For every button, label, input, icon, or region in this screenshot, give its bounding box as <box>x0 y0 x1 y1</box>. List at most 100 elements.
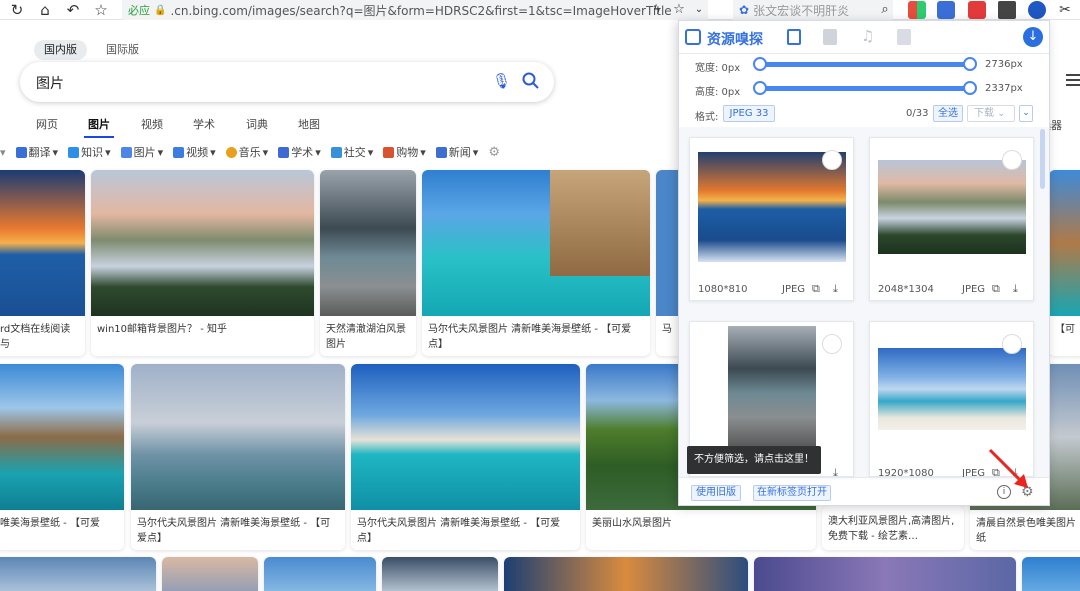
image-result-card[interactable] <box>382 557 498 591</box>
search-input[interactable]: 图片 <box>36 73 64 93</box>
gear-icon[interactable]: ⚙ <box>488 145 500 160</box>
document-type-tab-icon[interactable] <box>897 29 911 45</box>
select-all-button[interactable]: 全选 <box>933 105 963 122</box>
result-caption[interactable]: 【可 <box>1055 322 1080 337</box>
chevron-down-icon[interactable]: ⌄ <box>690 1 708 19</box>
height-slider-max-handle[interactable] <box>963 81 977 95</box>
nav-tab-dictionary[interactable]: 词典 <box>246 116 268 132</box>
result-caption[interactable]: 马尔代夫风景图片 清新唯美海景壁纸 - 【可爱点】 <box>137 516 339 546</box>
image-result-card[interactable]: 唯美海景壁纸 - 【可爱 <box>0 364 124 550</box>
filter-academic[interactable]: 学术 ▾ <box>278 144 321 160</box>
thumbnail-checkbox[interactable] <box>1002 334 1022 354</box>
result-caption[interactable]: 美丽山水风景图片 <box>592 516 810 531</box>
image-result-card[interactable]: 【可 <box>1049 170 1080 356</box>
image-result-card[interactable]: 马尔代夫风景图片 清新唯美海景壁纸 - 【可爱点】 <box>422 170 650 356</box>
video-type-tab-icon[interactable] <box>823 29 837 45</box>
result-image[interactable] <box>131 364 345 510</box>
filter-knowledge[interactable]: 知识 ▾ <box>68 144 111 160</box>
result-image[interactable] <box>320 170 416 316</box>
filter-videos[interactable]: 视频 ▾ <box>173 144 216 160</box>
result-caption[interactable]: 清晨自然景色唯美图片纸 <box>976 516 1080 546</box>
home-icon[interactable]: ⌂ <box>36 1 54 19</box>
region-tab-domestic[interactable]: 国内版 <box>34 40 87 60</box>
more-options-chevron-icon[interactable]: ⌄ <box>1019 105 1033 122</box>
height-slider-min-handle[interactable] <box>753 81 767 95</box>
image-result-card[interactable]: 天然清澈湖泊风景图片 <box>320 170 416 356</box>
width-slider-track[interactable] <box>759 62 971 67</box>
result-image[interactable] <box>0 364 124 510</box>
filter-shopping[interactable]: 购物 ▾ <box>383 144 426 160</box>
download-icon[interactable]: ⤓ <box>833 282 838 296</box>
filter-translate[interactable]: 翻译 ▾ <box>15 144 58 160</box>
download-icon[interactable]: ⤓ <box>1013 282 1018 296</box>
nav-tab-maps[interactable]: 地图 <box>298 116 320 132</box>
image-result-card[interactable]: rd文档在线阅读与 <box>0 170 85 356</box>
thumbnail-checkbox[interactable] <box>822 334 842 354</box>
scissors-icon[interactable]: ✂ <box>1056 1 1074 19</box>
result-caption[interactable]: 唯美海景壁纸 - 【可爱 <box>0 516 118 531</box>
image-result-card[interactable]: 马尔代夫风景图片 清新唯美海景壁纸 - 【可爱点】 <box>131 364 345 550</box>
image-result-card[interactable]: 马尔代夫风景图片 清新唯美海景壁纸 - 【可爱点】 <box>351 364 580 550</box>
refresh-icon[interactable]: ↻ <box>8 1 26 19</box>
undo-icon[interactable]: ↶ <box>64 1 82 19</box>
download-icon[interactable] <box>1028 1 1046 19</box>
image-result-card[interactable] <box>504 557 748 591</box>
thumbnail-image[interactable] <box>728 326 816 448</box>
chevron-down-icon[interactable]: ▾ <box>0 146 6 159</box>
image-result-card[interactable] <box>754 557 1016 591</box>
open-in-new-tab-button[interactable]: 在新标签页打开 <box>753 485 831 501</box>
download-button[interactable]: 下载 ⌄ <box>967 105 1015 122</box>
download-all-icon[interactable]: ↓ <box>1023 27 1043 47</box>
result-caption[interactable]: 天然清澈湖泊风景图片 <box>326 322 410 352</box>
nav-tab-videos[interactable]: 视频 <box>141 116 163 132</box>
translate-icon[interactable] <box>937 1 955 19</box>
image-result-card[interactable] <box>162 557 258 591</box>
search-icon[interactable] <box>522 72 540 90</box>
nav-tab-academic[interactable]: 学术 <box>193 116 215 132</box>
image-result-card[interactable]: win10邮箱背景图片？ - 知乎 <box>91 170 314 356</box>
result-caption[interactable]: rd文档在线阅读与 <box>0 322 79 352</box>
search-box[interactable] <box>20 62 554 102</box>
browser-search-box[interactable]: ✿ 张文宏谈不明肝炎 <box>733 0 893 20</box>
thumbnail-image[interactable] <box>698 152 846 262</box>
region-tab-international[interactable]: 国际版 <box>96 40 149 60</box>
open-link-icon[interactable]: ⧉ <box>992 282 1000 296</box>
result-image[interactable] <box>91 170 314 316</box>
filter-music[interactable]: 音乐 ▾ <box>225 144 268 160</box>
filter-news[interactable]: 新闻 ▾ <box>435 144 478 160</box>
thumbnail-image[interactable] <box>878 160 1026 254</box>
window-icon[interactable] <box>998 1 1016 19</box>
address-bar[interactable]: 必应 🔒 .cn.bing.com/images/search?q=图片&for… <box>122 0 708 20</box>
extension-icon[interactable] <box>968 1 986 19</box>
result-caption[interactable]: 马尔代夫风景图片 清新唯美海景壁纸 - 【可爱点】 <box>357 516 574 546</box>
result-image[interactable] <box>0 170 85 316</box>
music-type-tab-icon[interactable]: ♫ <box>861 27 874 45</box>
search-icon[interactable]: ⌕ <box>876 1 894 19</box>
image-result-card[interactable] <box>264 557 376 591</box>
star-icon[interactable]: ☆ <box>92 1 110 19</box>
scrollbar-thumb[interactable] <box>1040 129 1045 189</box>
thumbnail-image[interactable] <box>878 348 1026 430</box>
width-slider-min-handle[interactable] <box>753 57 767 71</box>
result-image[interactable] <box>1049 170 1080 316</box>
filter-social[interactable]: 社交 ▾ <box>330 144 373 160</box>
favorite-icon[interactable]: ☆ <box>670 1 688 19</box>
width-slider-max-handle[interactable] <box>963 57 977 71</box>
filter-images[interactable]: 图片 ▾ <box>120 144 163 160</box>
menu-icon[interactable] <box>1066 74 1080 86</box>
height-slider-track[interactable] <box>759 86 971 91</box>
use-old-version-button[interactable]: 使用旧版 <box>691 485 741 501</box>
image-result-card[interactable] <box>0 557 156 591</box>
thumbnail-card[interactable]: 2048*1304 JPEG ⧉ ⤓ <box>869 137 1034 301</box>
result-caption[interactable]: 澳大利亚风景图片,高清图片,免费下载 - 绘艺素… <box>828 514 958 544</box>
result-image[interactable] <box>351 364 580 510</box>
thumbnail-checkbox[interactable] <box>822 150 842 170</box>
image-result-card[interactable]: 澳大利亚风景图片,高清图片,免费下载 - 绘艺素… <box>822 506 964 550</box>
result-caption[interactable]: win10邮箱背景图片？ - 知乎 <box>97 322 308 337</box>
thumbnail-checkbox[interactable] <box>1002 150 1022 170</box>
format-chip-jpeg[interactable]: JPEG 33 <box>723 105 775 122</box>
image-type-tab-icon[interactable] <box>787 29 801 45</box>
result-caption[interactable]: 马尔代夫风景图片 清新唯美海景壁纸 - 【可爱点】 <box>428 322 644 352</box>
thumbnail-card[interactable]: 1080*810 JPEG ⧉ ⤓ <box>689 137 854 301</box>
open-link-icon[interactable]: ⧉ <box>812 282 820 296</box>
